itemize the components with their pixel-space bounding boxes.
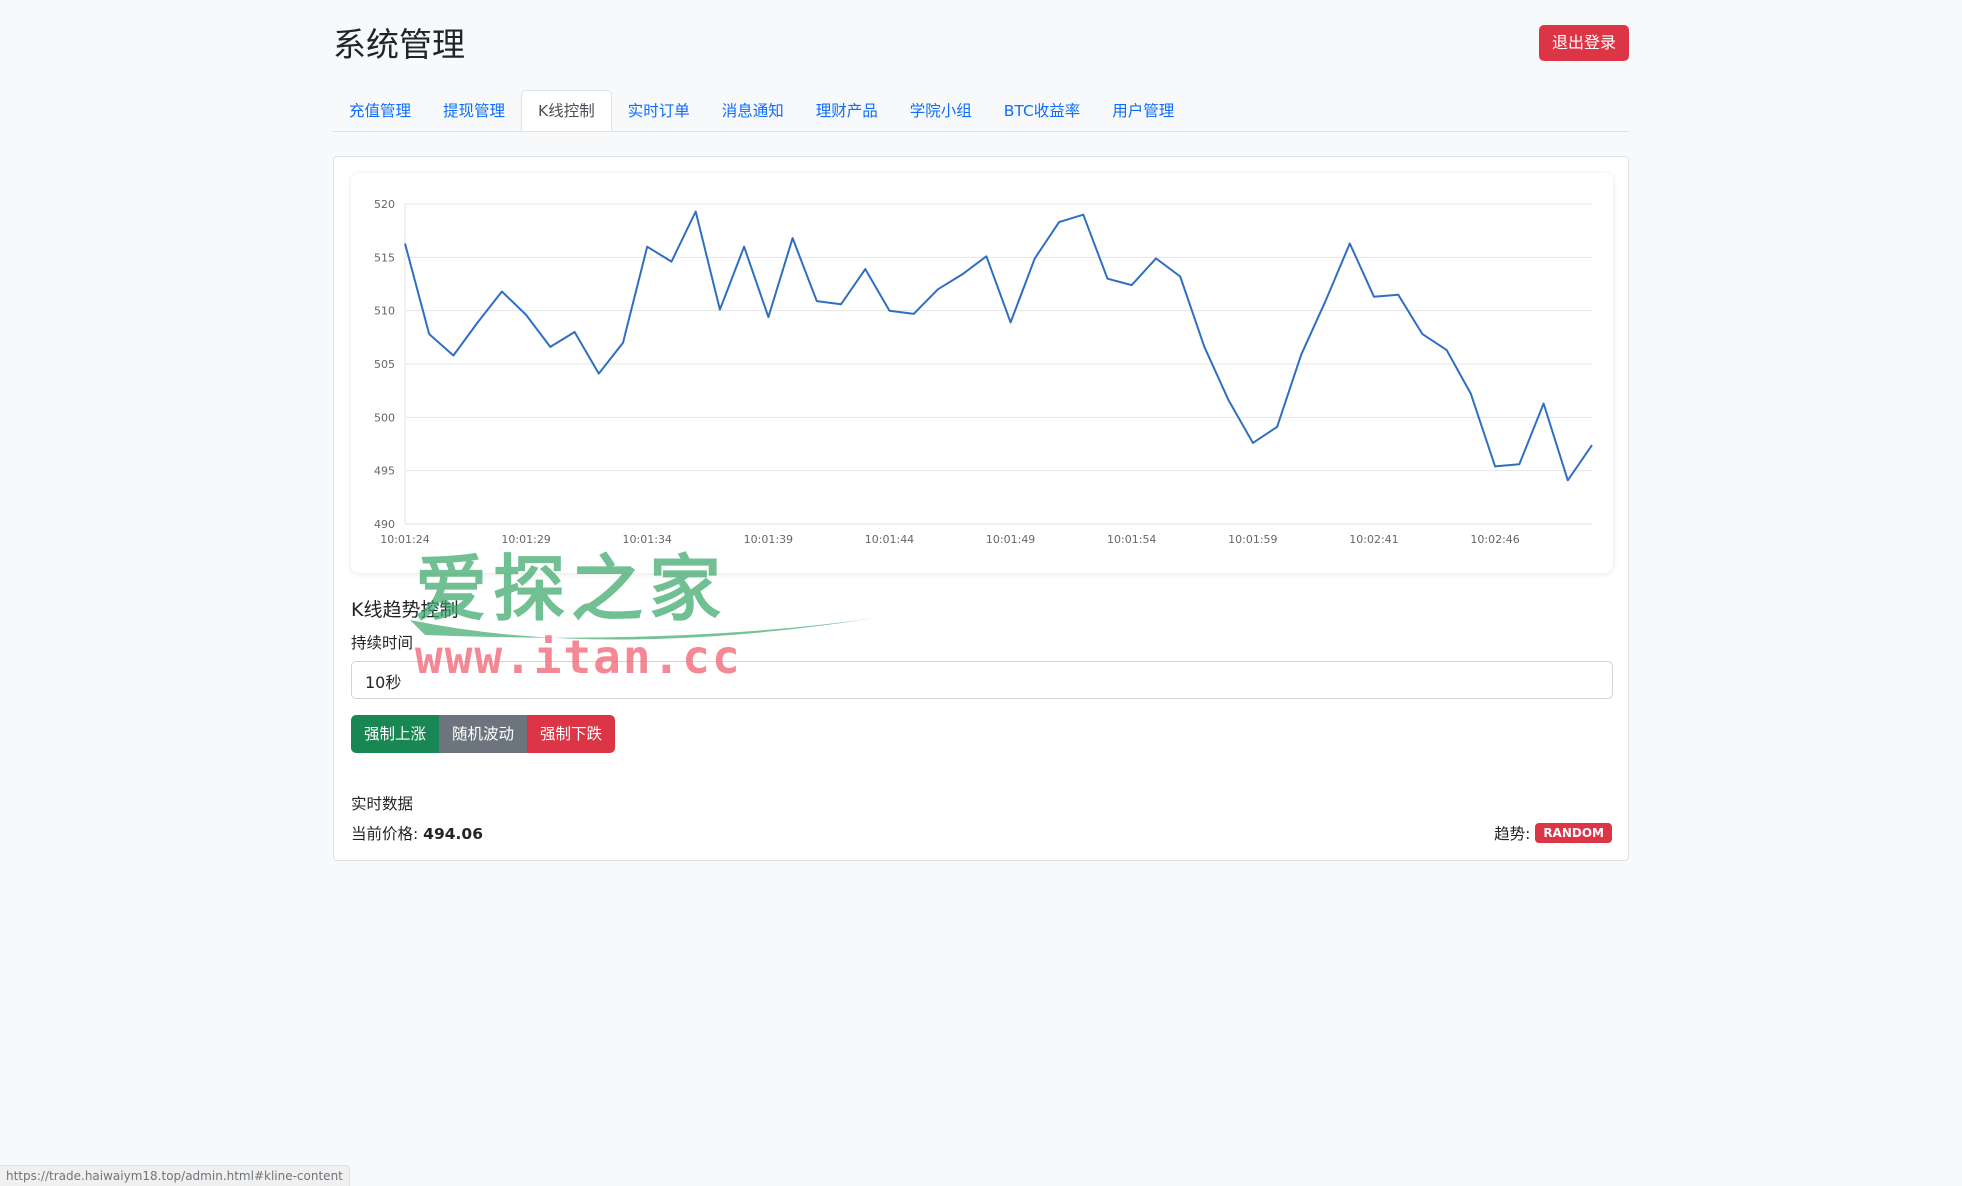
main-container: 系统管理 退出登录 充值管理 提现管理 K线控制 实时订单 消息通知 理财产品 学院小组 BT…: [333, 0, 1629, 861]
tab-item[interactable]: BTC收益率: [988, 90, 1097, 130]
tab-item[interactable]: 实时订单: [612, 90, 706, 130]
page-title: 系统管理: [333, 25, 465, 64]
tab-item[interactable]: 学院小组: [894, 90, 988, 130]
trend-label: 趋势:: [1494, 825, 1531, 843]
duration-label: 持续时间: [351, 634, 414, 652]
nav-tabs: 充值管理 提现管理 K线控制 实时订单 消息通知 理财产品 学院小组 BTC收益率 用户管理: [333, 90, 1629, 132]
random-button[interactable]: 随机波动: [439, 715, 528, 753]
y-tick-label: 505: [374, 358, 395, 371]
x-tick-label: 10:01:24: [380, 533, 429, 546]
tab-item[interactable]: K线控制: [521, 90, 612, 131]
trend-button-group: 强制上涨 随机波动 强制下跌: [351, 715, 616, 753]
page-header: 系统管理 退出登录: [333, 0, 1629, 80]
tab-item[interactable]: 用户管理: [1096, 90, 1190, 130]
y-tick-label: 515: [374, 251, 395, 264]
y-tick-label: 500: [374, 411, 395, 424]
status-bar-url: https://trade.haiwaiym18.top/admin.html#…: [0, 1165, 350, 1186]
x-tick-label: 10:01:59: [1228, 533, 1277, 546]
x-tick-label: 10:01:29: [501, 533, 550, 546]
x-tick-label: 10:01:49: [986, 533, 1035, 546]
x-tick-label: 10:01:39: [744, 533, 793, 546]
y-tick-label: 495: [374, 465, 395, 478]
trend-row: 趋势: RANDOM: [1494, 822, 1612, 844]
tab-item[interactable]: 理财产品: [800, 90, 894, 130]
force-up-button[interactable]: 强制上涨: [351, 715, 440, 753]
y-tick-label: 490: [374, 518, 395, 531]
x-tick-label: 10:01:44: [865, 533, 914, 546]
x-tick-label: 10:01:54: [1107, 533, 1156, 546]
trend-badge: RANDOM: [1535, 823, 1612, 843]
current-price-label: 当前价格:: [351, 825, 419, 843]
kline-panel: 490 495 500 505 510 515 520 10:01:24 10:01:29 10:…: [333, 156, 1629, 861]
tab-item[interactable]: 提现管理: [427, 90, 521, 130]
y-tick-label: 520: [374, 198, 395, 211]
kline-chart: 490 495 500 505 510 515 520 10:01:24 10:01:29 10:…: [374, 198, 1593, 546]
price-series-line: [404, 210, 1593, 482]
current-price-value: 494.06: [423, 825, 483, 843]
force-down-button[interactable]: 强制下跌: [527, 715, 616, 753]
tab-item[interactable]: 充值管理: [333, 90, 427, 130]
x-tick-label: 10:02:46: [1470, 533, 1519, 546]
x-tick-label: 10:01:34: [623, 533, 672, 546]
x-tick-label: 10:02:41: [1349, 533, 1398, 546]
trend-control-title: K线趋势控制: [351, 599, 459, 621]
y-tick-label: 510: [374, 305, 395, 318]
duration-select[interactable]: 10秒: [351, 661, 1613, 699]
logout-button[interactable]: 退出登录: [1538, 25, 1629, 61]
realtime-title: 实时数据: [351, 795, 414, 813]
current-price-row: 当前价格: 494.06: [351, 822, 483, 844]
kline-chart-card: 490 495 500 505 510 515 520 10:01:24 10:01:29 10:…: [351, 173, 1613, 573]
tab-item[interactable]: 消息通知: [706, 90, 800, 130]
